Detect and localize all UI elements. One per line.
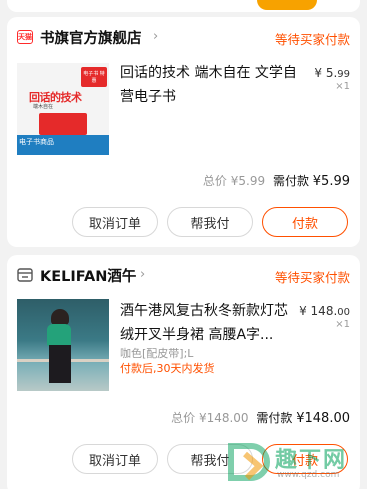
cover-footer-label: 电子书商品 [19,138,54,146]
paid-label: 需付款 [256,411,293,425]
total-value: ¥148.00 [198,411,249,425]
product-price: ¥ 148.00 [299,304,350,318]
total-label: 总价 [202,174,227,188]
product-quantity: ×1 [335,319,350,330]
order-totals: 总价 ¥148.00 需付款 ¥148.00 [171,409,350,426]
shop-header[interactable]: 天猫 书旗官方旗舰店 › 等待买家付款 [7,17,360,57]
paid-label: 需付款 [272,174,309,188]
product-price: ¥ 5.99 [314,66,350,80]
paid-value: ¥5.99 [312,174,350,189]
product-image[interactable]: 电子书 特惠 回话的技术 端木自在 电子书商品 [17,63,109,155]
cancel-order-button[interactable]: 取消订单 [72,444,158,474]
help-me-pay-button[interactable]: 帮我付 [167,444,253,474]
shop-header[interactable]: KELIFAN酒午 › 等待买家付款 [7,255,360,295]
cover-illustration [39,113,87,135]
store-icon [17,268,33,282]
pay-button[interactable]: 付款 [262,207,348,237]
product-title[interactable]: 酒午港风复古秋冬新款灯芯绒开叉半身裙 高腰A字... [120,299,298,347]
product-quantity: ×1 [335,81,350,92]
help-me-pay-button[interactable]: 帮我付 [167,207,253,237]
chevron-right-icon: › [153,29,159,44]
order-status: 等待买家付款 [274,270,350,285]
cancel-order-button[interactable]: 取消订单 [72,207,158,237]
shop-name[interactable]: 书旗官方旗舰店 [40,27,142,48]
photo-model-sweater [47,324,71,346]
order-card[interactable]: KELIFAN酒午 › 等待买家付款 酒午港风复古秋冬新款灯芯绒开叉半身裙 高腰… [7,255,360,489]
photo-model-skirt [49,345,71,383]
tmall-icon: 天猫 [17,30,33,44]
product-title[interactable]: 回话的技术 端木自在 文学自营电子书 [120,61,298,109]
order-status: 等待买家付款 [274,32,350,47]
pay-button[interactable]: 付款 [262,444,348,474]
previous-order-card-edge [7,0,360,12]
chevron-right-icon: › [140,267,146,282]
cover-subtitle: 端木自在 [33,104,54,110]
total-label: 总价 [171,411,196,425]
shop-name[interactable]: KELIFAN酒午 [40,265,136,286]
previous-product-image [257,0,317,10]
paid-value: ¥148.00 [296,411,350,426]
cover-badge: 电子书 特惠 [81,67,107,87]
total-value: ¥5.99 [230,174,266,188]
product-sku: 咖色[配皮带];L [120,347,194,360]
product-image[interactable] [17,299,109,391]
order-card[interactable]: 天猫 书旗官方旗舰店 › 等待买家付款 电子书 特惠 回话的技术 端木自在 电子… [7,17,360,247]
shipping-note: 付款后,30天内发货 [120,362,215,375]
photo-model-head [51,309,69,325]
order-totals: 总价 ¥5.99 需付款 ¥5.99 [203,172,350,189]
